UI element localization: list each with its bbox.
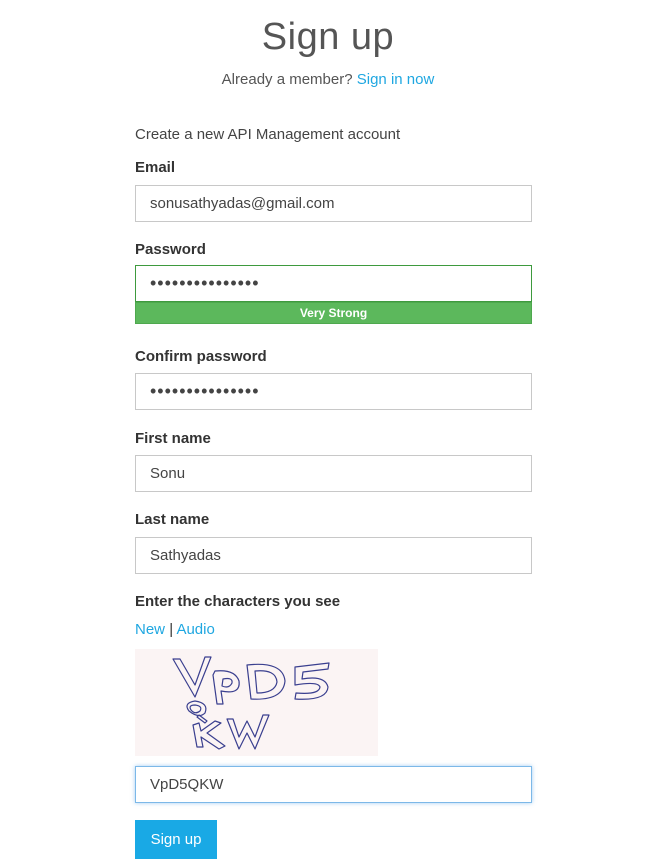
- password-label: Password: [135, 241, 206, 258]
- password-field[interactable]: [135, 265, 532, 302]
- member-prompt-text: Already a member?: [221, 71, 353, 88]
- last-name-field[interactable]: [135, 537, 532, 574]
- page-title: Sign up: [261, 16, 395, 58]
- confirm-password-label: Confirm password: [135, 348, 267, 365]
- password-strength-bar: Very Strong: [135, 302, 532, 324]
- captcha-input[interactable]: [135, 766, 532, 803]
- sign-in-link[interactable]: Sign in now: [357, 71, 435, 88]
- first-name-field[interactable]: [135, 455, 532, 492]
- captcha-new-link[interactable]: New: [135, 621, 165, 638]
- first-name-label: First name: [135, 430, 211, 447]
- captcha-audio-link[interactable]: Audio: [176, 621, 214, 638]
- captcha-links: New | Audio: [135, 621, 215, 638]
- captcha-link-separator: |: [169, 621, 174, 638]
- confirm-password-field[interactable]: [135, 373, 532, 410]
- last-name-label: Last name: [135, 511, 210, 528]
- email-label: Email: [135, 159, 176, 176]
- email-field[interactable]: [135, 185, 532, 222]
- member-prompt-row: Already a member? Sign in now: [0, 71, 656, 88]
- captcha-distorted-text: [172, 656, 330, 750]
- captcha-label: Enter the characters you see: [135, 593, 341, 610]
- form-subtitle: Create a new API Management account: [135, 126, 401, 143]
- sign-up-button[interactable]: Sign up: [135, 820, 217, 859]
- captcha-image: [135, 649, 378, 756]
